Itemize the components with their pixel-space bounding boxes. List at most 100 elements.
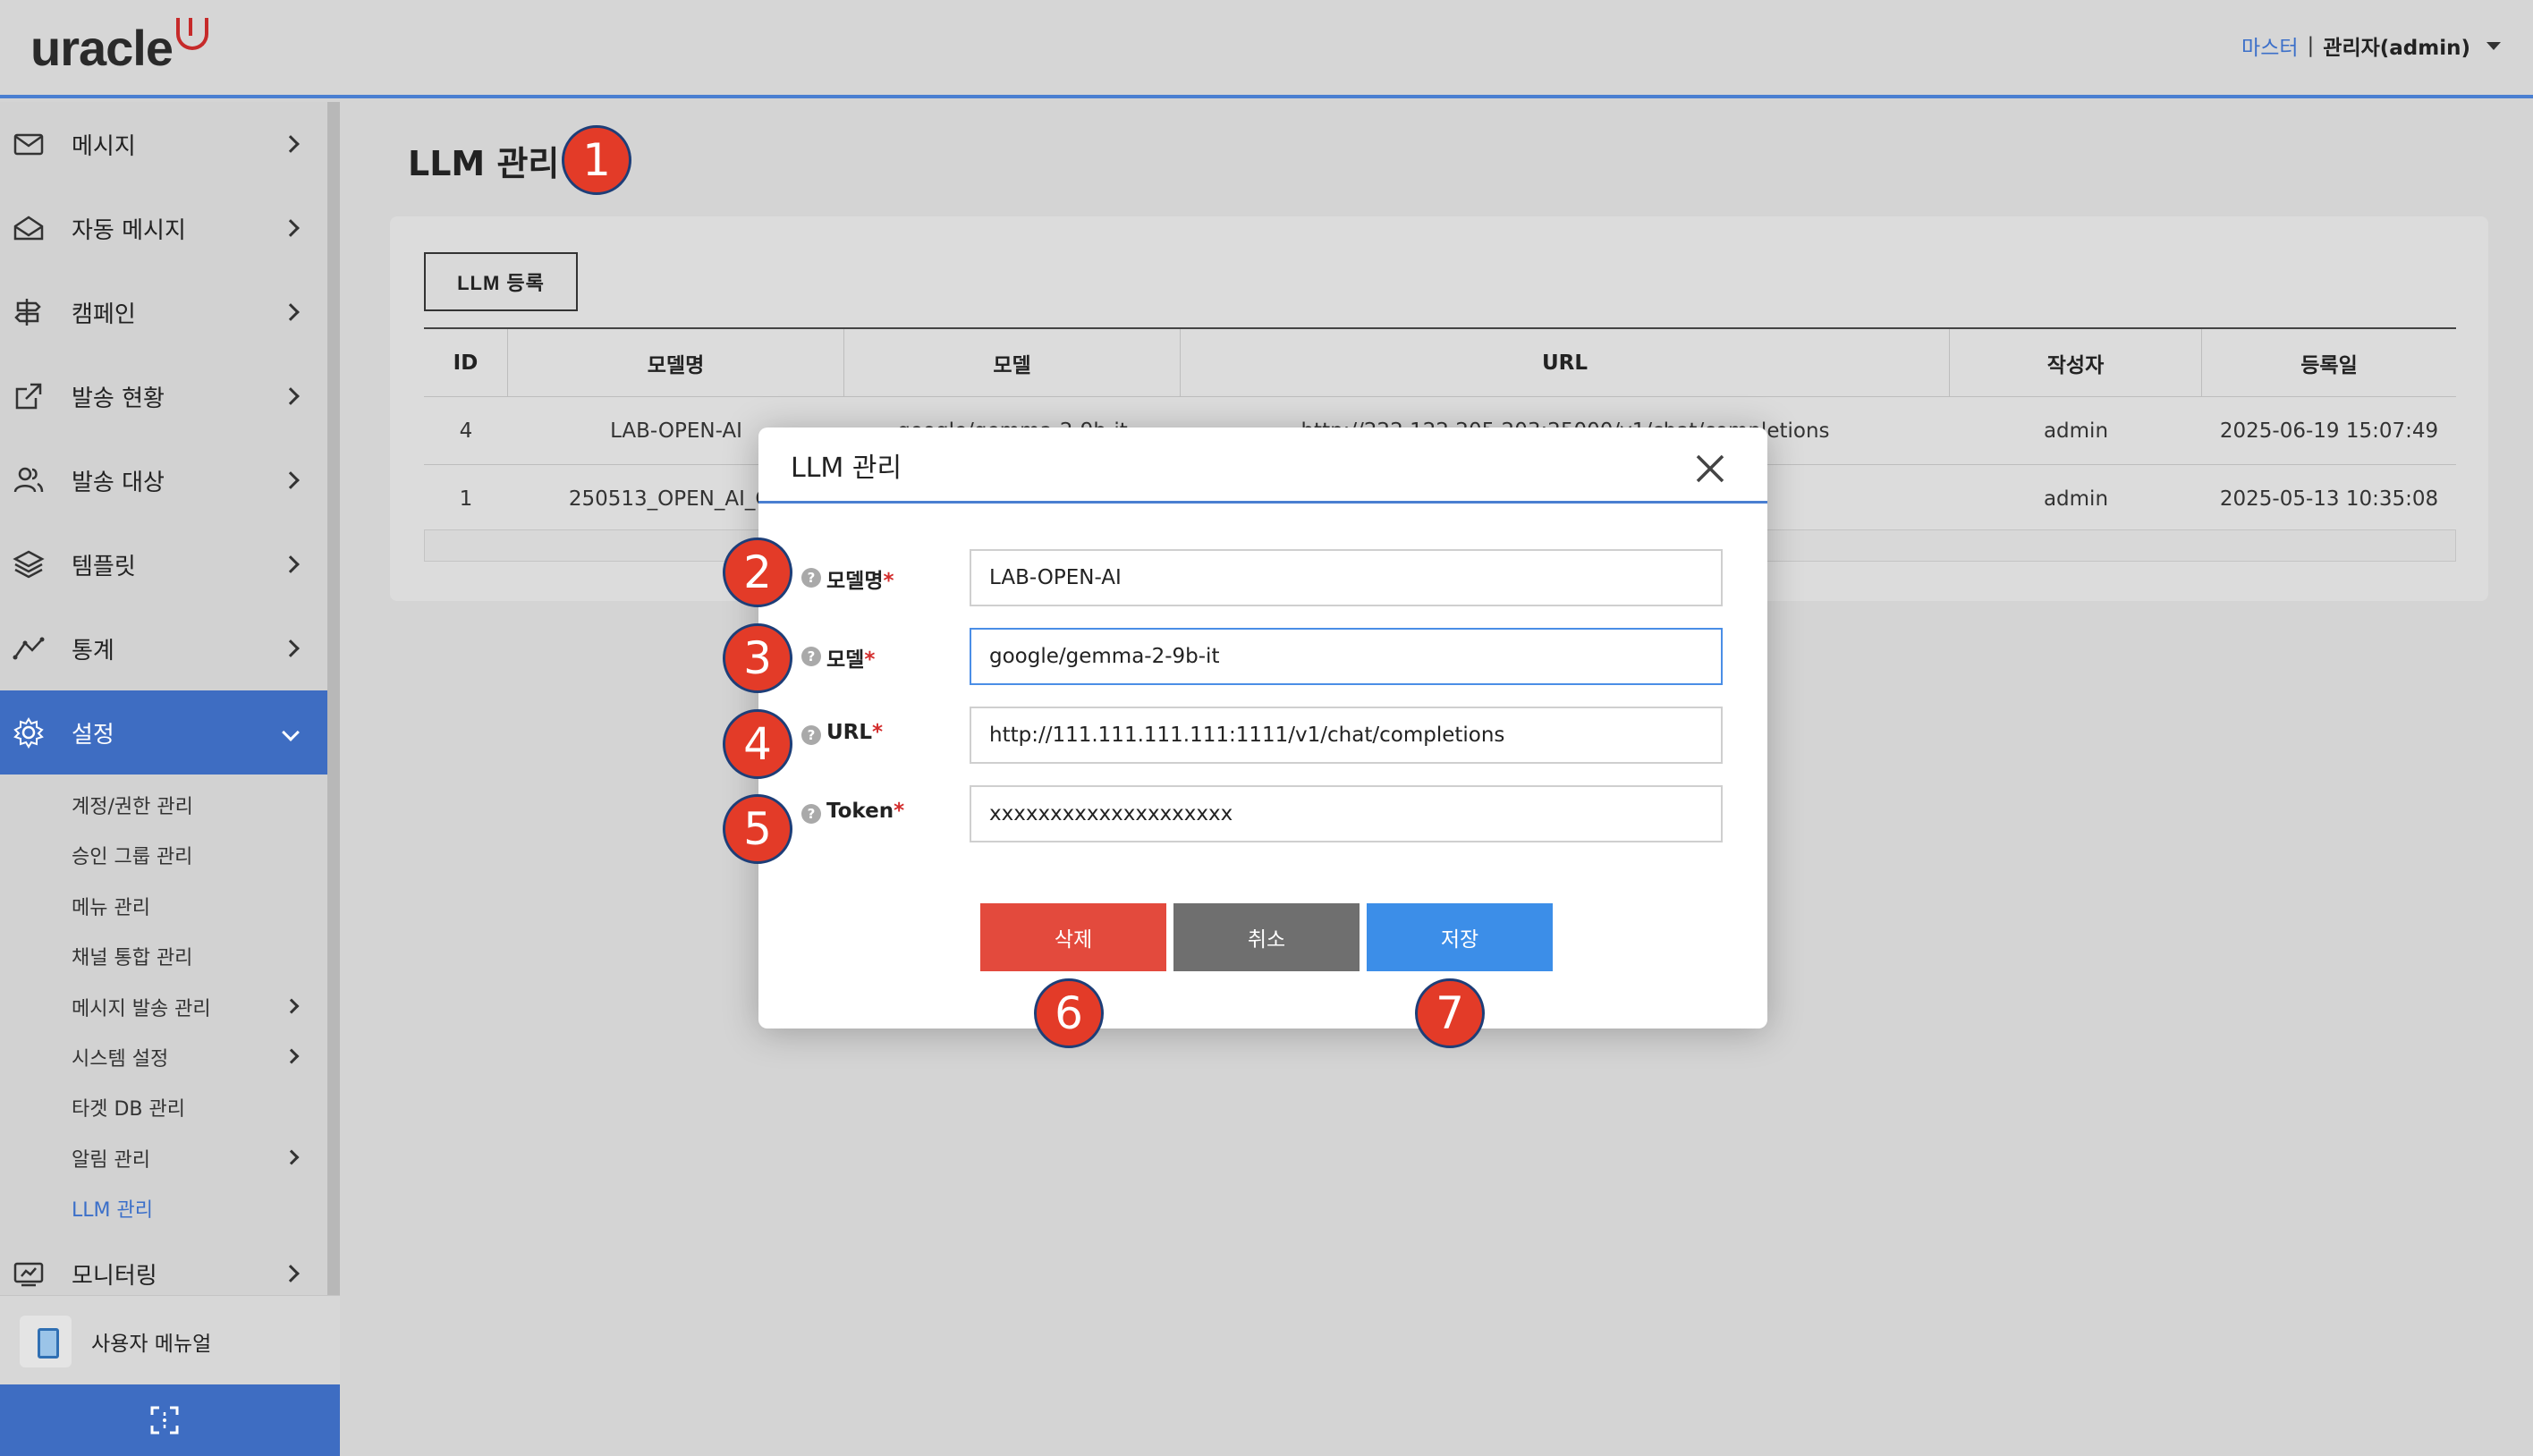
label-text: 모델명 [826, 570, 884, 593]
sidebar-item-label: 캠페인 [72, 301, 136, 328]
user-menu[interactable]: 마스터 | 관리자(admin) [2241, 30, 2501, 61]
logo-text: uracle [30, 19, 174, 76]
close-icon[interactable] [1692, 451, 1728, 487]
label-text: URL [826, 721, 873, 744]
fullscreen-icon [150, 1406, 179, 1435]
sub-item-account[interactable]: 계정/권한 관리 [72, 791, 193, 819]
sidebar-item-label: 모니터링 [72, 1262, 157, 1290]
cell-id: 1 [459, 487, 473, 511]
cell-author: admin [2043, 487, 2109, 511]
sub-item-target-db[interactable]: 타겟 DB 관리 [72, 1093, 185, 1122]
delete-button[interactable]: 삭제 [980, 903, 1166, 971]
chevron-right-icon [282, 639, 300, 657]
app-header: uracle 마스터 | 관리자(admin) [0, 0, 2533, 98]
user-manual-link[interactable]: 사용자 메뉴얼 [0, 1295, 340, 1384]
llm-table: ID 모델명 모델 URL 작성자 등록일 4 LAB-OPEN-AI goog… [424, 327, 2456, 533]
sub-item-approval-group[interactable]: 승인 그룹 관리 [72, 841, 192, 869]
cell-date: 2025-06-19 15:07:49 [2219, 419, 2439, 443]
layers-icon [13, 550, 45, 579]
sidebar-item-settings[interactable]: 설정 [0, 690, 327, 775]
sidebar-item-message[interactable]: 메시지 [0, 102, 327, 186]
sub-item-llm[interactable]: LLM 관리 [72, 1194, 153, 1223]
sidebar-scrollbar[interactable] [327, 102, 340, 1295]
step-marker-5: 5 [723, 794, 792, 864]
page-title: LLM 관리 [408, 144, 560, 183]
field-row-model: ? 모델* [758, 628, 1767, 685]
required-mark: * [864, 648, 876, 672]
help-icon[interactable]: ? [801, 725, 821, 745]
sidebar-item-send-status[interactable]: 발송 현황 [0, 354, 327, 438]
field-row-model-name: ? 모델명* [758, 549, 1767, 606]
user-role: 마스터 [2241, 37, 2299, 60]
chevron-right-icon [282, 1265, 300, 1282]
help-icon[interactable]: ? [801, 568, 821, 588]
external-link-icon [15, 383, 42, 410]
chevron-right-icon [284, 998, 300, 1014]
chevron-right-icon [282, 387, 300, 405]
sidebar: 메시지 자동 메시지 캠페인 발송 현황 발송 대상 템플릿 통계 설정 계정/… [0, 102, 327, 1456]
sidebar-item-auto-message[interactable]: 자동 메시지 [0, 186, 327, 270]
url-input[interactable] [970, 707, 1723, 764]
monitor-icon [13, 1262, 44, 1287]
sidebar-item-statistics[interactable]: 통계 [0, 606, 327, 690]
step-marker-6: 6 [1034, 978, 1104, 1048]
chevron-down-icon [282, 724, 300, 741]
fullscreen-toggle[interactable] [0, 1384, 340, 1456]
field-row-token: ? Token* [758, 785, 1767, 842]
column-header-model: 모델 [844, 329, 1181, 397]
chevron-right-icon [284, 1048, 300, 1064]
field-row-url: ? URL* [758, 707, 1767, 764]
step-marker-2: 2 [723, 538, 792, 607]
column-header-author: 작성자 [1950, 329, 2202, 397]
signpost-icon [14, 299, 41, 326]
label-text: 모델 [826, 648, 865, 672]
sidebar-item-label: 메시지 [72, 132, 136, 160]
caret-down-icon[interactable] [2486, 41, 2501, 50]
logo-u-icon [176, 18, 208, 50]
modal-title: LLM 관리 [791, 453, 902, 484]
sidebar-item-campaign[interactable]: 캠페인 [0, 270, 327, 354]
step-marker-3: 3 [723, 623, 792, 693]
cell-author: admin [2043, 419, 2109, 443]
chevron-right-icon [282, 219, 300, 237]
sidebar-item-send-target[interactable]: 발송 대상 [0, 438, 327, 522]
llm-register-button[interactable]: LLM 등록 [424, 252, 578, 311]
step-marker-1: 1 [562, 125, 631, 195]
mail-icon [13, 133, 44, 156]
sub-item-menu[interactable]: 메뉴 관리 [72, 892, 150, 920]
uracle-logo[interactable]: uracle [30, 16, 208, 79]
sub-item-system[interactable]: 시스템 설정 [72, 1043, 168, 1071]
label-text: Token [826, 800, 894, 823]
field-label-model-name: 모델명* [826, 563, 894, 594]
model-input[interactable] [970, 628, 1723, 685]
table-header-row: ID 모델명 모델 URL 작성자 등록일 [424, 329, 2456, 397]
cancel-button[interactable]: 취소 [1173, 903, 1360, 971]
step-marker-7: 7 [1415, 978, 1485, 1048]
chart-line-icon [13, 637, 45, 660]
user-manual-label: 사용자 메뉴얼 [91, 1333, 212, 1356]
sub-item-notification[interactable]: 알림 관리 [72, 1144, 150, 1172]
sidebar-item-template[interactable]: 템플릿 [0, 522, 327, 606]
help-icon[interactable]: ? [801, 804, 821, 824]
token-input[interactable] [970, 785, 1723, 842]
chevron-right-icon [282, 303, 300, 321]
sub-item-channel[interactable]: 채널 통합 관리 [72, 942, 192, 970]
modal-divider [758, 501, 1767, 504]
sub-item-message-send[interactable]: 메시지 발송 관리 [72, 993, 211, 1021]
book-icon [20, 1316, 72, 1367]
sidebar-item-label: 설정 [72, 721, 114, 749]
help-icon[interactable]: ? [801, 647, 821, 666]
chevron-right-icon [282, 135, 300, 153]
model-name-input[interactable] [970, 549, 1723, 606]
sidebar-item-label: 템플릿 [72, 553, 136, 580]
auto-mail-icon [13, 216, 44, 241]
save-button[interactable]: 저장 [1367, 903, 1553, 971]
column-header-model-name: 모델명 [508, 329, 844, 397]
required-mark: * [894, 800, 905, 823]
user-name: 관리자(admin) [2323, 37, 2470, 60]
sidebar-item-label: 발송 현황 [72, 385, 165, 412]
column-header-id: ID [424, 329, 508, 397]
gear-icon [13, 717, 44, 749]
column-header-date: 등록일 [2300, 354, 2358, 377]
sidebar-item-label: 통계 [72, 637, 114, 665]
